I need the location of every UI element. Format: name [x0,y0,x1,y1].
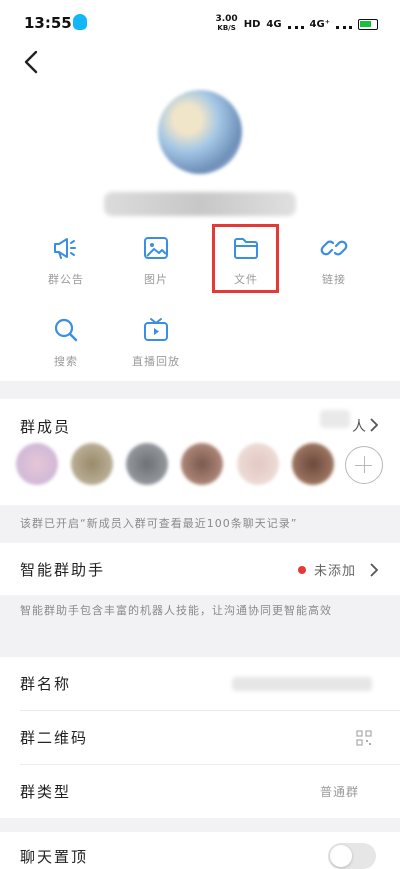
tv-icon [144,318,168,341]
group-type-row[interactable]: 群类型 普通群 [0,765,400,818]
feature-links[interactable]: 链接 [294,235,374,287]
chevron-right-icon [370,563,379,577]
group-type-value: 普通群 [320,785,360,799]
battery-icon [358,18,378,30]
member-avatar[interactable] [237,443,279,485]
member-avatar[interactable] [292,443,334,485]
group-name-label: 群名称 [20,675,72,693]
feature-search[interactable]: 搜索 [26,317,106,369]
assistant-row[interactable]: 智能群助手 未添加 [0,543,400,595]
section-separator [0,381,400,399]
group-type-label: 群类型 [20,783,72,801]
search-icon [54,318,78,342]
section-separator [0,818,400,832]
back-arrow-icon[interactable] [20,50,44,74]
qr-code-label: 群二维码 [20,729,89,747]
megaphone-icon [54,238,76,259]
status-dot [298,566,306,574]
pin-chat-toggle[interactable] [328,843,376,869]
members-note: 该群已开启“新成员入群可查看最近100条聊天记录” [0,505,400,543]
group-name-row[interactable]: 群名称 [0,657,400,710]
hd-label: HD [243,18,261,30]
members-title: 群成员 [20,418,72,436]
network-type-1: 4G [266,18,282,30]
member-avatar[interactable] [16,443,58,485]
highlight-box [212,224,279,293]
image-icon [144,237,168,259]
member-count-blurred [320,410,350,428]
status-indicators: 3.00 KB/S HD 4G 4G⁺ [215,15,378,33]
member-avatar[interactable] [71,443,113,485]
member-count-suffix: 人 [352,419,366,435]
feature-live-replay[interactable]: 直播回放 [116,317,196,369]
status-time: 13:55 [24,14,72,32]
feature-label: 图片 [144,273,168,286]
status-bar: 13:55 3.00 KB/S HD 4G 4G⁺ [0,0,400,44]
assistant-note: 智能群助手包含丰富的机器人技能，让沟通协同更智能高效 [0,595,400,657]
group-name-blurred [104,192,296,216]
pin-chat-label: 聊天置顶 [20,848,89,866]
feature-label: 直播回放 [132,355,180,368]
feature-images[interactable]: 图片 [116,235,196,287]
add-member-button[interactable] [345,446,383,484]
chevron-right-icon [370,418,379,432]
feature-label: 链接 [322,273,346,286]
signal-icon-2 [336,19,352,29]
qr-code-row[interactable]: 群二维码 [0,711,400,764]
assistant-title: 智能群助手 [20,561,106,579]
qq-icon [73,14,87,30]
signal-icon [287,19,304,29]
network-speed: 3.00 KB/S [215,14,238,33]
feature-label: 搜索 [54,355,78,368]
group-avatar[interactable] [158,90,242,174]
link-icon [320,240,348,256]
member-avatar[interactable] [181,443,223,485]
group-name-value-blurred [232,677,372,691]
network-type-2: 4G⁺ [309,18,330,30]
feature-label: 群公告 [48,273,84,286]
qr-code-icon [356,730,372,746]
assistant-status: 未添加 [314,564,357,579]
member-avatar[interactable] [126,443,168,485]
feature-announcement[interactable]: 群公告 [26,235,106,287]
